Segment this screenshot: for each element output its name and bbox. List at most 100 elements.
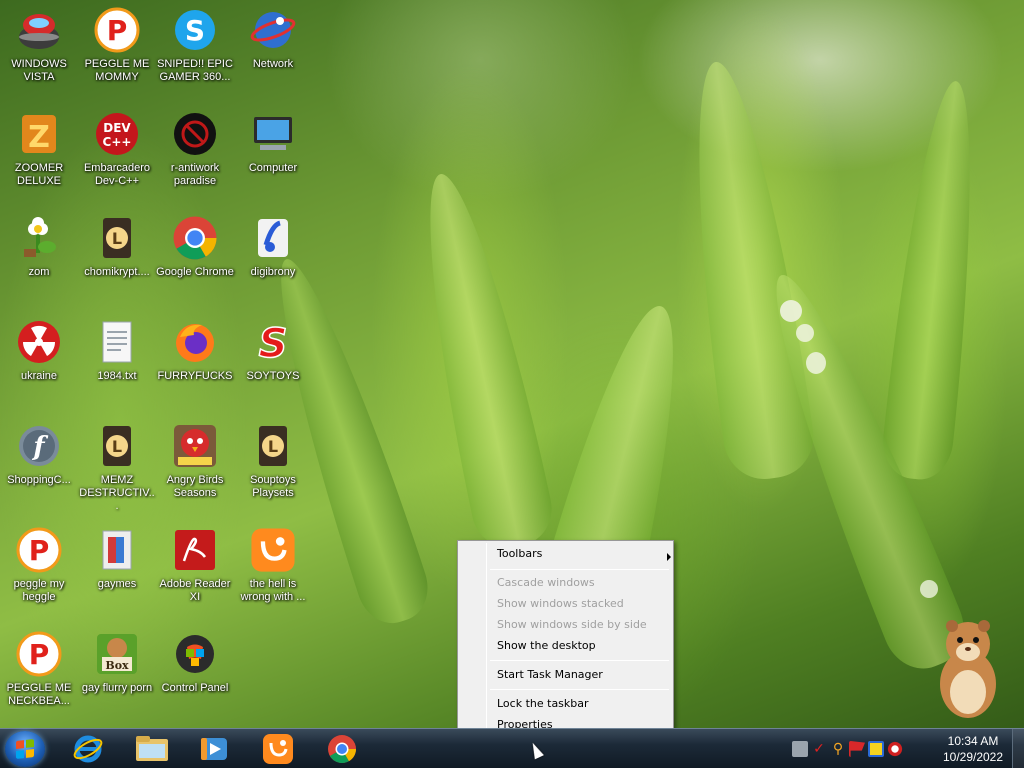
taskbar: ✓ ⚲ 10:34 AM 10/29/2022 — [0, 728, 1024, 768]
desktop-icon-label: FURRYFUCKS — [157, 370, 233, 382]
desktop-icon[interactable]: f ShoppingC... — [0, 416, 78, 516]
taskbar-clock[interactable]: 10:34 AM 10/29/2022 — [940, 733, 1006, 765]
desktop-icons: WINDOWS VISTA P PEGGLE ME MOMMY S SNIPED!! E… — [0, 0, 320, 728]
start-button[interactable] — [5, 731, 45, 767]
tray-app-icon[interactable] — [792, 741, 808, 757]
desktop-icon[interactable]: S SNIPED!! EPIC GAMER 360... — [156, 0, 234, 100]
desktop-icon[interactable]: 1984.txt — [78, 312, 156, 412]
desktop-icon-label: gay flurry porn — [81, 682, 153, 694]
desktop-icon-label: Adobe Reader XI — [159, 578, 231, 603]
menu-gutter — [486, 543, 487, 735]
menu-item-show-the-desktop[interactable]: Show the desktop — [497, 637, 596, 655]
digibrony-icon — [249, 214, 297, 262]
peggle-icon: P — [93, 6, 141, 54]
desktop-icon-label: the hell is wrong with ... — [240, 578, 306, 603]
desktop-icon[interactable]: P PEGGLE ME MOMMY — [78, 0, 156, 100]
uc-browser-icon — [263, 734, 293, 764]
desktop-icon[interactable]: Computer — [234, 104, 312, 204]
desktop-icon-label: Computer — [248, 162, 298, 174]
desktop-icon-label: 1984.txt — [97, 370, 137, 382]
desktop-icon-label: Google Chrome — [156, 266, 234, 278]
shortcut-l-icon: L — [249, 422, 297, 470]
desktop-icon[interactable]: FURRYFUCKS — [156, 312, 234, 412]
desktop-icon-label: chomikrypt.... — [84, 266, 150, 278]
desktop-icon-label: Angry Birds Seasons — [166, 474, 224, 499]
desktop-icon[interactable]: L Souptoys Playsets — [234, 416, 312, 516]
svg-text:DEV: DEV — [103, 121, 131, 135]
svg-text:C++: C++ — [103, 135, 132, 149]
volume-icon[interactable] — [887, 741, 903, 757]
menu-separator — [490, 689, 669, 690]
desktop-icon[interactable]: S SOYTOYS — [234, 312, 312, 412]
taskbar-media-player[interactable] — [192, 733, 236, 765]
desktop-icon[interactable]: WINDOWS VISTA — [0, 0, 78, 100]
control-panel-icon — [171, 630, 219, 678]
taskbar-file-explorer[interactable] — [130, 733, 174, 765]
svg-text:L: L — [268, 437, 278, 456]
taskbar-uc-browser[interactable] — [256, 733, 300, 765]
menu-separator — [490, 660, 669, 661]
desktop-icon[interactable]: Angry Birds Seasons — [156, 416, 234, 516]
flower-icon — [15, 214, 63, 262]
games-folder-icon — [93, 526, 141, 574]
action-center-flag-icon[interactable] — [849, 741, 865, 757]
desktop-icon[interactable]: ukraine — [0, 312, 78, 412]
menu-item-label: Toolbars — [497, 547, 543, 560]
desktop-icon-label: ShoppingC... — [7, 474, 71, 486]
taskbar-context-menu: Toolbars Cascade windows Show windows st… — [457, 540, 674, 738]
svg-text:L: L — [112, 229, 122, 248]
devcpp-icon: DEV C++ — [93, 110, 141, 158]
adobe-reader-icon — [171, 526, 219, 574]
desktop-icon-label: SNIPED!! EPIC GAMER 360... — [157, 58, 233, 83]
menu-item-toolbars[interactable]: Toolbars — [497, 545, 671, 563]
desktop-icon[interactable]: DEV C++ Embarcadero Dev-C++ — [78, 104, 156, 204]
radiation-icon — [15, 318, 63, 366]
desktop-icon[interactable]: Control Panel — [156, 624, 234, 724]
network-globe-icon — [249, 6, 297, 54]
show-desktop-button[interactable] — [1012, 729, 1024, 768]
desktop-icon-label: zom — [28, 266, 50, 278]
desktop-icon[interactable]: Ppeggle my heggle — [0, 520, 78, 620]
tray-display-icon[interactable] — [868, 741, 884, 757]
desktop-icon[interactable]: zom — [0, 208, 78, 308]
menu-item-start-task-manager[interactable]: Start Task Manager — [497, 666, 603, 684]
desktop-icon-label: SOYTOYS — [246, 370, 300, 382]
desktop-icon[interactable]: digibrony — [234, 208, 312, 308]
desktop-icon[interactable]: r-antiwork paradise — [156, 104, 234, 204]
desktop-icon[interactable]: the hell is wrong with ... — [234, 520, 312, 620]
menu-item-show-windows-side-by-side: Show windows side by side — [497, 618, 647, 631]
desktop-icon[interactable]: Z ZOOMER DELUXE — [0, 104, 78, 204]
desktop-icon[interactable]: Box gay flurry porn — [78, 624, 156, 724]
system-tray: ✓ ⚲ — [792, 739, 903, 759]
boxed-hamster-icon: Box — [93, 630, 141, 678]
desktop-icon-label: ZOOMER DELUXE — [14, 162, 64, 187]
desktop-icon[interactable]: Lchomikrypt.... — [78, 208, 156, 308]
menu-separator — [490, 569, 669, 570]
firefox-icon — [171, 318, 219, 366]
taskbar-internet-explorer[interactable] — [66, 733, 110, 765]
computer-icon — [249, 110, 297, 158]
desktop-icon[interactable]: P PEGGLE ME NECKBEA... — [0, 624, 78, 724]
tray-checkmark-icon[interactable]: ✓ — [811, 741, 827, 757]
vista-bowl-icon — [15, 6, 63, 54]
desktop-icon-label: Souptoys Playsets — [250, 474, 296, 499]
taskbar-google-chrome[interactable] — [320, 733, 364, 765]
media-player-icon — [201, 738, 227, 760]
svg-text:Box: Box — [105, 659, 129, 672]
tray-search-icon[interactable]: ⚲ — [830, 741, 846, 757]
hamster-desktop-pet[interactable] — [928, 612, 1008, 722]
peggle-icon: P — [15, 526, 63, 574]
angry-birds-icon — [171, 422, 219, 470]
desktop-icon[interactable]: gaymes — [78, 520, 156, 620]
desktop-icon[interactable]: L MEMZ DESTRUCTIV... — [78, 416, 156, 516]
svg-text:Z: Z — [28, 120, 50, 155]
zuma-icon: Z — [15, 110, 63, 158]
desktop-icon[interactable]: Network — [234, 0, 312, 100]
desktop-icon-label: Control Panel — [161, 682, 229, 694]
menu-item-lock-the-taskbar[interactable]: Lock the taskbar — [497, 695, 589, 713]
uc-browser-icon — [249, 526, 297, 574]
clock-date: 10/29/2022 — [942, 750, 1004, 764]
antiwork-icon — [171, 110, 219, 158]
desktop-icon[interactable]: Google Chrome — [156, 208, 234, 308]
desktop-icon[interactable]: Adobe Reader XI — [156, 520, 234, 620]
